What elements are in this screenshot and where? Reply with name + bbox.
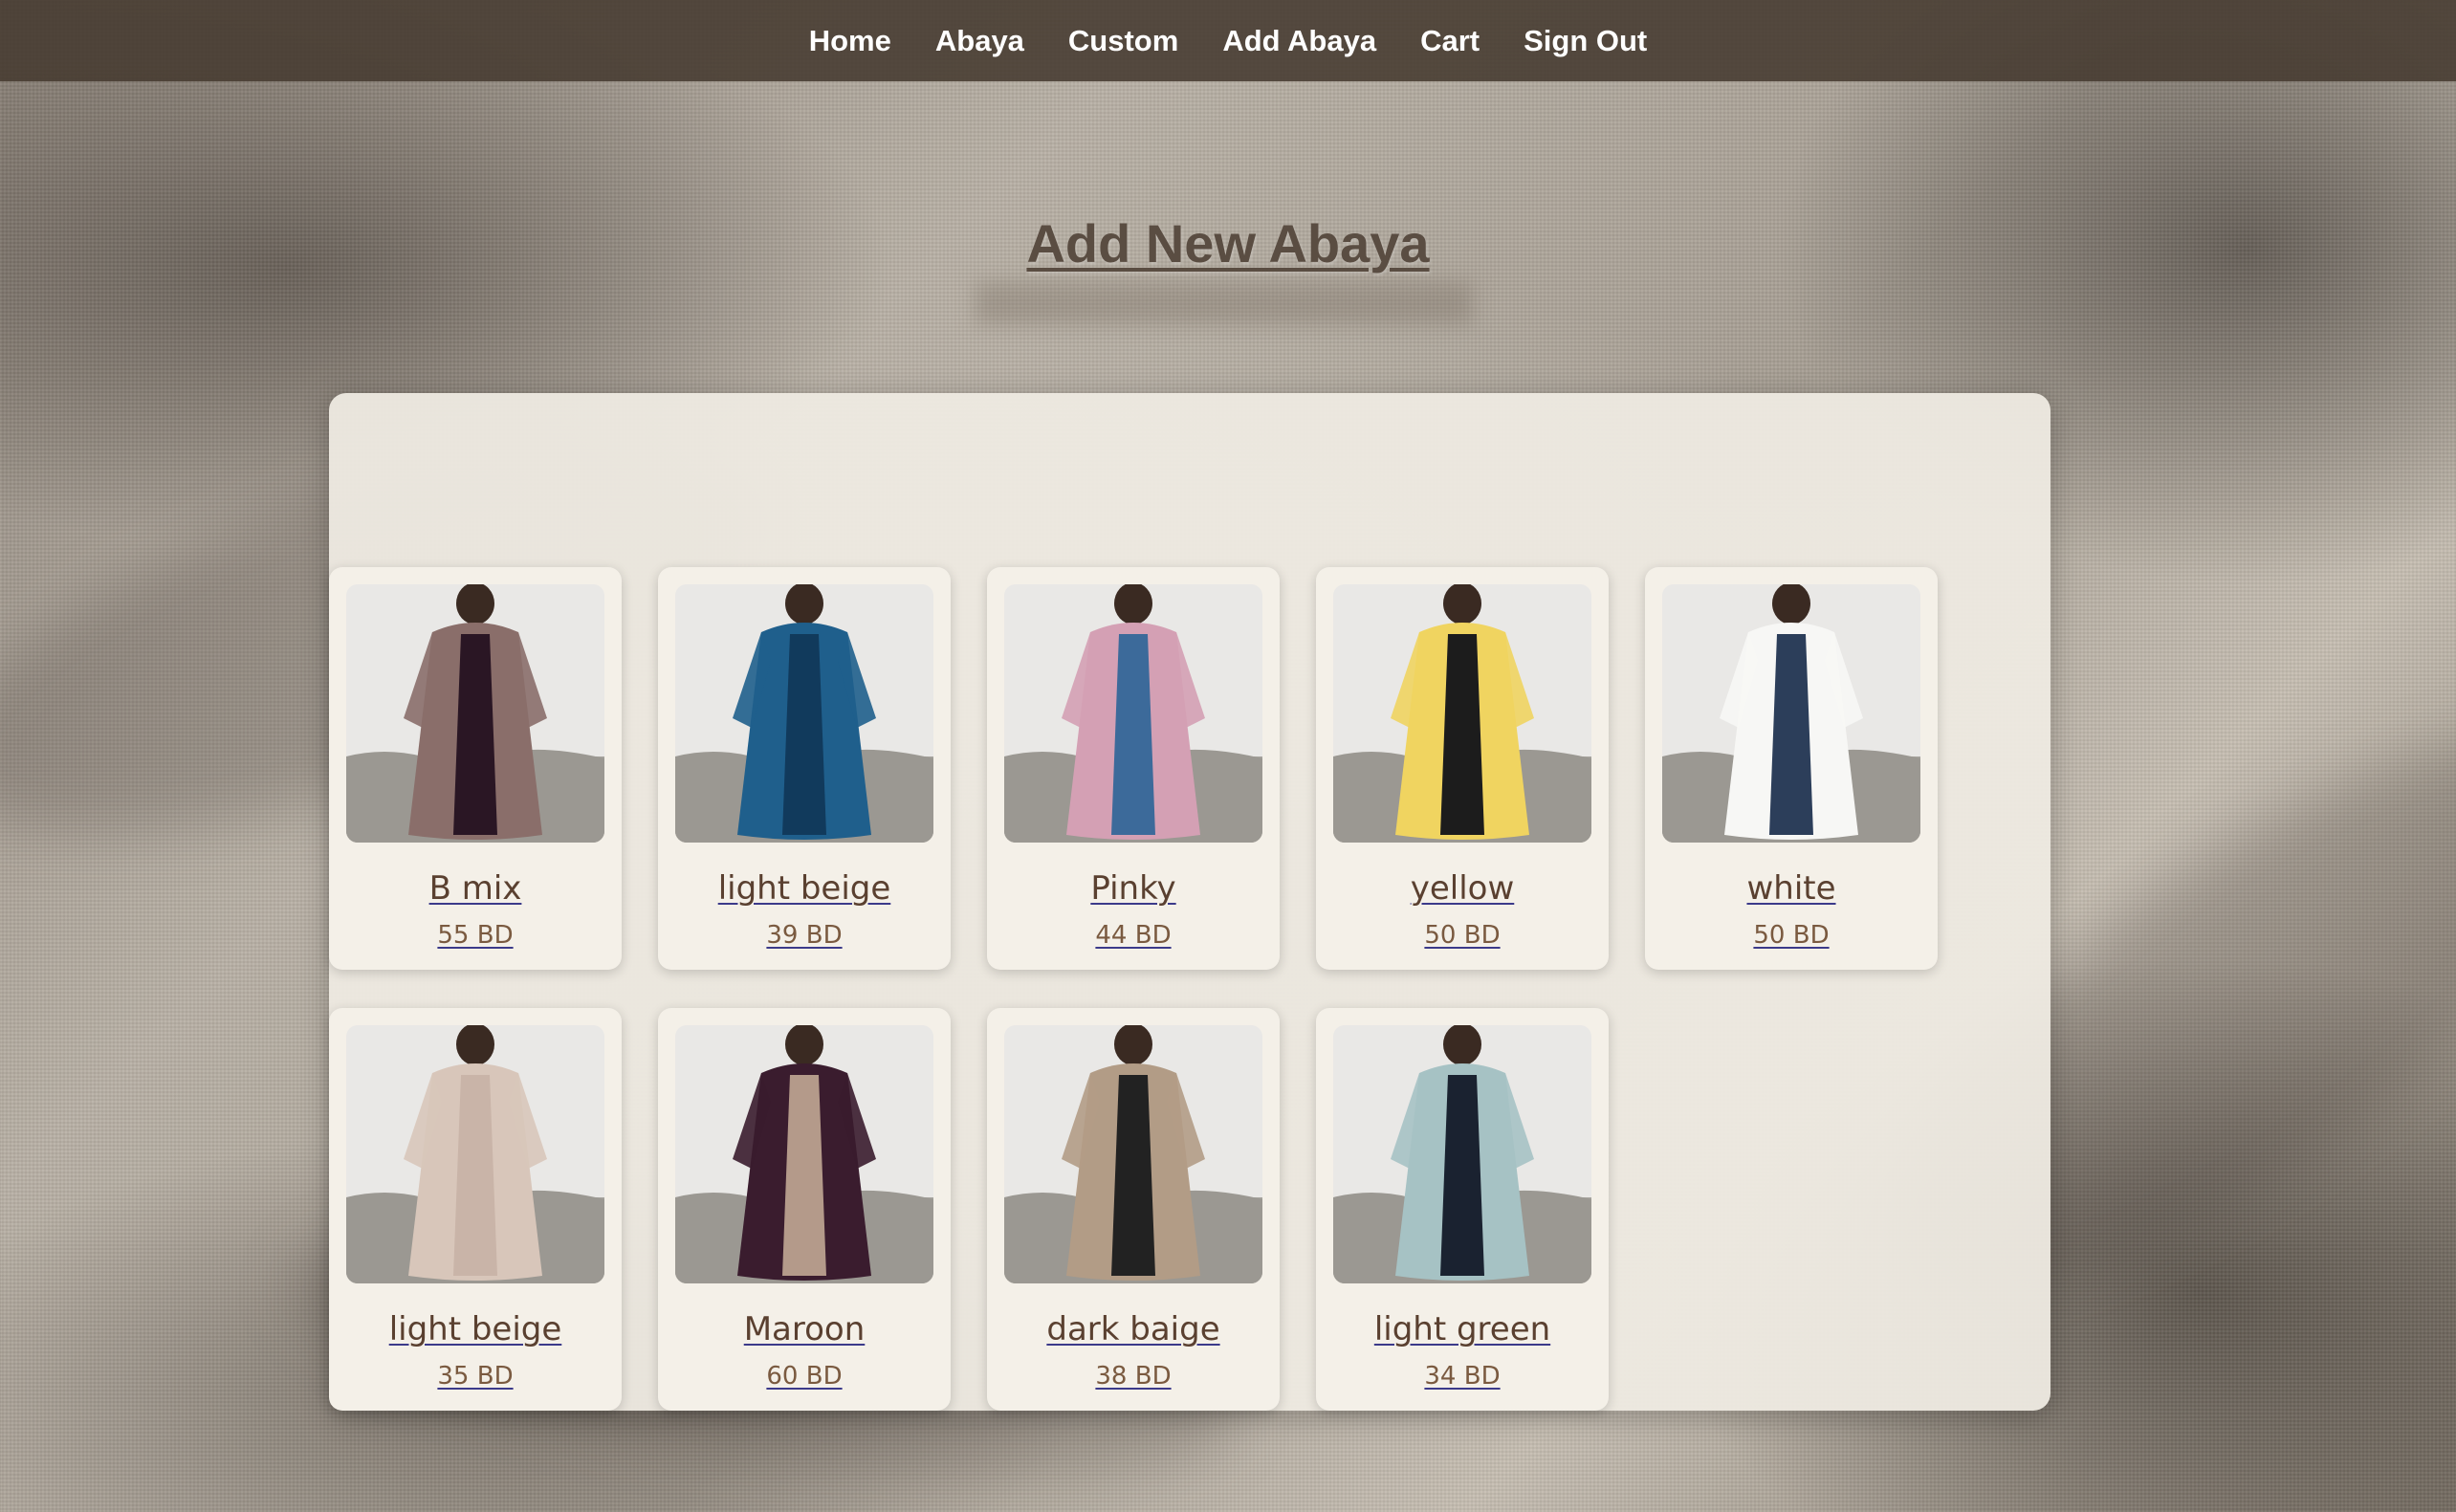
- product-image[interactable]: [1004, 1025, 1262, 1283]
- product-image[interactable]: [675, 1025, 933, 1283]
- nav-abaya-link[interactable]: Abaya: [935, 24, 1024, 58]
- product-price-link[interactable]: 39 BD: [766, 921, 842, 950]
- product-card[interactable]: Maroon 60 BD: [658, 1008, 951, 1411]
- top-nav: Home Abaya Custom Add Abaya Cart Sign Ou…: [0, 0, 2456, 81]
- product-name-link[interactable]: yellow: [1411, 869, 1515, 908]
- title-shadow: [976, 282, 1473, 324]
- nav-custom-link[interactable]: Custom: [1068, 24, 1178, 58]
- product-image[interactable]: [1004, 584, 1262, 843]
- product-name-link[interactable]: light beige: [718, 869, 891, 908]
- product-image[interactable]: [346, 584, 604, 843]
- page-title[interactable]: Add New Abaya: [0, 212, 2456, 274]
- product-price-link[interactable]: 34 BD: [1424, 1362, 1500, 1391]
- product-card[interactable]: light beige 39 BD: [658, 567, 951, 970]
- nav-home-link[interactable]: Home: [809, 24, 891, 58]
- product-card[interactable]: yellow 50 BD: [1316, 567, 1609, 970]
- product-price-link[interactable]: 50 BD: [1753, 921, 1829, 950]
- product-image[interactable]: [675, 584, 933, 843]
- nav-cart-link[interactable]: Cart: [1420, 24, 1480, 58]
- product-panel: B mix 55 BD light beige 39 BD Pinky 44 BD yell…: [329, 393, 2050, 1411]
- product-card[interactable]: light green 34 BD: [1316, 1008, 1609, 1411]
- nav-add-abaya-link[interactable]: Add Abaya: [1222, 24, 1376, 58]
- product-name-link[interactable]: white: [1746, 869, 1835, 908]
- product-image[interactable]: [346, 1025, 604, 1283]
- nav-sign-out-link[interactable]: Sign Out: [1524, 24, 1647, 58]
- product-grid: B mix 55 BD light beige 39 BD Pinky 44 BD yell…: [329, 567, 1938, 1411]
- product-price-link[interactable]: 50 BD: [1424, 921, 1500, 950]
- product-price-link[interactable]: 44 BD: [1095, 921, 1171, 950]
- product-image[interactable]: [1333, 1025, 1591, 1283]
- product-image[interactable]: [1333, 584, 1591, 843]
- product-image[interactable]: [1662, 584, 1920, 843]
- product-name-link[interactable]: light beige: [389, 1310, 562, 1348]
- product-card[interactable]: dark baige 38 BD: [987, 1008, 1280, 1411]
- product-card[interactable]: Pinky 44 BD: [987, 567, 1280, 970]
- product-name-link[interactable]: dark baige: [1046, 1310, 1219, 1348]
- product-price-link[interactable]: 55 BD: [437, 921, 513, 950]
- product-card[interactable]: B mix 55 BD: [329, 567, 622, 970]
- product-name-link[interactable]: B mix: [429, 869, 522, 908]
- product-name-link[interactable]: Pinky: [1090, 869, 1175, 908]
- product-card[interactable]: light beige 35 BD: [329, 1008, 622, 1411]
- product-card[interactable]: white 50 BD: [1645, 567, 1938, 970]
- product-name-link[interactable]: light green: [1374, 1310, 1550, 1348]
- product-price-link[interactable]: 38 BD: [1095, 1362, 1171, 1391]
- product-price-link[interactable]: 35 BD: [437, 1362, 513, 1391]
- product-name-link[interactable]: Maroon: [744, 1310, 866, 1348]
- product-price-link[interactable]: 60 BD: [766, 1362, 842, 1391]
